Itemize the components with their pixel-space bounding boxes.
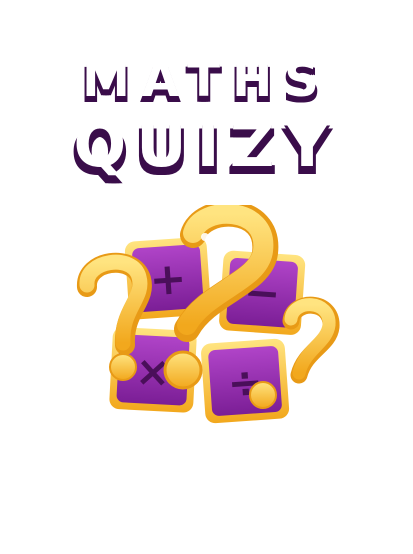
- title-maths: MATHS: [82, 52, 331, 108]
- logo-svg: + − × ÷: [77, 200, 340, 424]
- math-operators-logo: + − × ÷: [75, 200, 345, 440]
- title-quizy: QUIZY: [73, 108, 340, 181]
- plus-symbol: +: [148, 253, 188, 306]
- splash-screen: MATHS QUIZY + − × ÷: [0, 0, 413, 554]
- question-mark-left-icon: [77, 252, 152, 381]
- tile-divide: ÷: [201, 338, 290, 424]
